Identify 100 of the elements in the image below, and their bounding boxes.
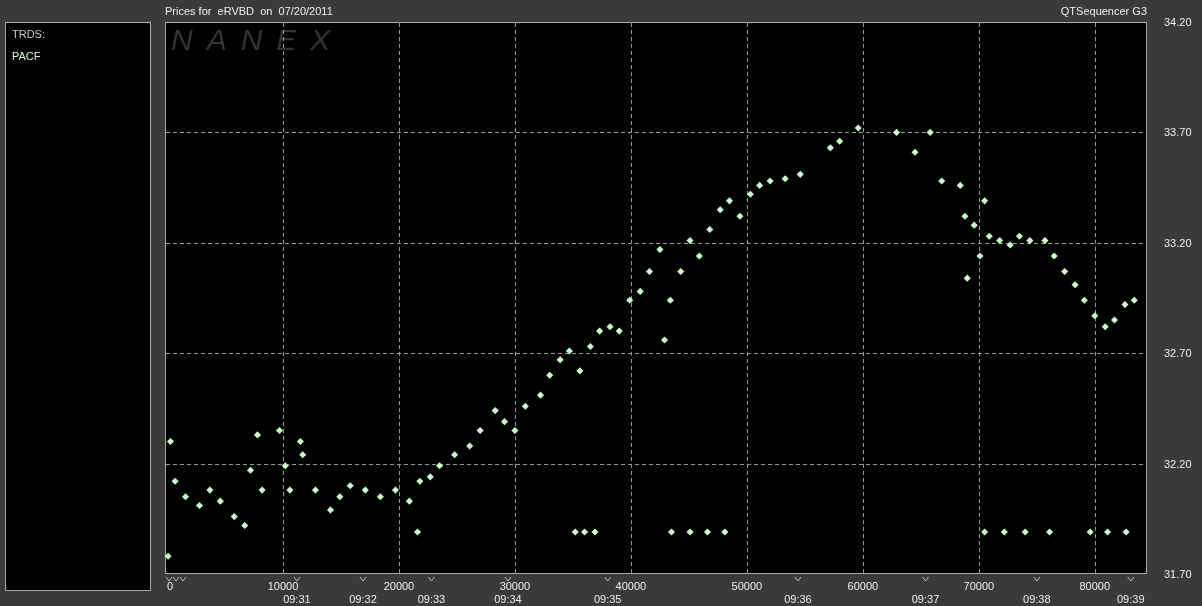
- trade-point: [511, 426, 519, 434]
- y-tick-label: 34.20: [1164, 16, 1192, 28]
- time-label: 09:39: [1117, 593, 1145, 605]
- trade-point: [1046, 528, 1054, 536]
- trade-point: [426, 473, 434, 481]
- trade-point: [626, 296, 634, 304]
- trade-point: [695, 252, 703, 260]
- time-label: 09:34: [494, 593, 522, 605]
- trade-point: [666, 296, 674, 304]
- trade-point: [667, 528, 676, 536]
- trade-point: [536, 391, 544, 399]
- trade-point: [416, 477, 424, 485]
- trade-point: [346, 482, 354, 490]
- y-tick-label: 31.70: [1164, 568, 1192, 580]
- trade-point: [985, 232, 993, 240]
- x-tick-label: 70000: [963, 580, 995, 592]
- x-tick-label: 40000: [615, 580, 647, 592]
- trade-point: [1122, 528, 1130, 536]
- y-tick-label: 32.20: [1164, 457, 1192, 470]
- trade-point: [258, 486, 266, 494]
- trade-point: [230, 513, 238, 521]
- x-tick-label: 10000: [267, 580, 299, 592]
- time-label: 09:31: [283, 593, 311, 605]
- x-tick-label: 0: [167, 580, 174, 592]
- trade-point: [171, 477, 179, 485]
- trade-point: [546, 371, 554, 379]
- trade-point: [656, 245, 664, 253]
- marker-icon: [359, 576, 367, 582]
- y-tick-label: 33.70: [1164, 126, 1192, 139]
- trade-point: [1091, 312, 1099, 320]
- trade-point: [246, 466, 255, 474]
- time-label: 09:36: [784, 593, 812, 605]
- app-name: QTSequencer G3: [1060, 5, 1147, 17]
- trade-point: [911, 148, 919, 156]
- legend-heading: TRDS:: [12, 28, 45, 40]
- trade-point: [1000, 528, 1008, 536]
- trade-point: [746, 190, 754, 198]
- marker-icon: [293, 576, 301, 582]
- trade-point: [686, 528, 694, 536]
- trade-point: [336, 493, 344, 501]
- marker-icon: [504, 576, 512, 582]
- trade-point: [836, 137, 844, 145]
- trade-point: [451, 451, 459, 459]
- trade-point: [166, 438, 174, 446]
- trade-point: [476, 426, 484, 434]
- trade-point: [596, 327, 604, 335]
- y-tick-label: 33.20: [1164, 236, 1192, 249]
- marker-icon: [427, 576, 435, 582]
- trade-point: [275, 426, 284, 434]
- marker-icon: [922, 576, 929, 582]
- trade-point: [521, 402, 529, 410]
- marker-icon: [1127, 576, 1135, 582]
- trade-point: [376, 493, 384, 501]
- trade-point: [938, 177, 946, 185]
- trade-point: [661, 336, 669, 344]
- x-tick-label: 50000: [731, 580, 763, 592]
- trade-point: [436, 462, 444, 470]
- trade-point: [311, 486, 319, 494]
- x-tick-label: 20000: [383, 580, 415, 592]
- trade-point: [645, 267, 653, 276]
- trade-point: [1071, 281, 1079, 289]
- trade-point: [1021, 528, 1029, 536]
- trade-point: [703, 528, 711, 536]
- trade-point: [956, 181, 964, 189]
- trade-point: [1080, 296, 1088, 304]
- x-tick-label: 80000: [1079, 580, 1111, 592]
- trade-point: [677, 267, 685, 276]
- trade-point: [854, 124, 862, 132]
- trade-point: [706, 226, 714, 234]
- trade-point: [413, 528, 422, 536]
- trade-point: [491, 407, 499, 415]
- trade-point: [500, 418, 509, 426]
- chart-title: Prices for eRVBD on 07/20/2011: [165, 5, 333, 17]
- x-tick-label: 30000: [499, 580, 531, 592]
- trade-point: [996, 237, 1004, 245]
- trade-point: [981, 197, 989, 205]
- trade-point: [361, 486, 369, 494]
- trade-point: [576, 367, 584, 375]
- marker-icon: [794, 576, 802, 582]
- trade-point: [926, 128, 934, 136]
- trade-point: [1026, 237, 1034, 245]
- marker-icon: [604, 576, 612, 582]
- time-label: 09:33: [417, 593, 446, 605]
- marker-icon: [165, 576, 187, 582]
- trade-point: [1104, 528, 1112, 536]
- trade-point: [981, 528, 989, 536]
- trade-point: [216, 497, 224, 505]
- time-label: 09:35: [593, 593, 622, 605]
- trade-point: [766, 177, 774, 185]
- y-tick-label: 32.70: [1164, 347, 1192, 360]
- trade-point: [721, 528, 729, 536]
- trade-point: [826, 144, 834, 152]
- trade-point: [391, 486, 399, 494]
- trade-point: [1061, 267, 1069, 276]
- marker-icon: [1033, 576, 1041, 582]
- trade-point: [976, 252, 984, 260]
- trade-point: [636, 287, 644, 295]
- trade-point: [241, 521, 249, 529]
- trade-point: [1086, 528, 1094, 536]
- trade-point: [571, 528, 579, 536]
